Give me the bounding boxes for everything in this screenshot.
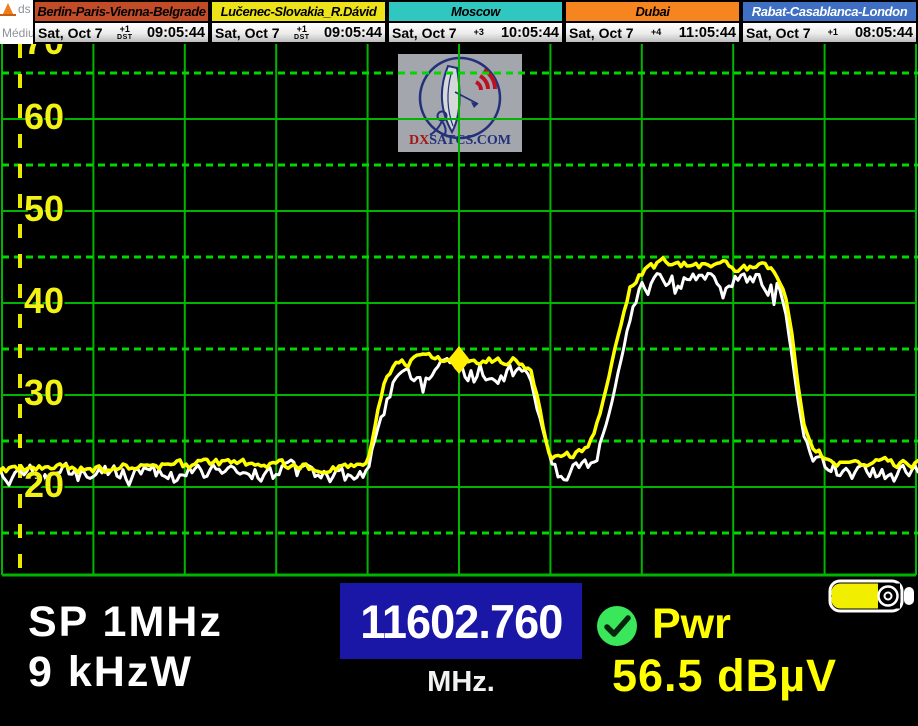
clock-date-time-row: Sat, Oct 7 +1 08:05:44 [743, 23, 916, 42]
spectrum-analyzer-screen: ds Médiu Berlin-Paris-Vienna-BelgradeSat… [0, 0, 918, 726]
frequency-unit: MHz. [340, 666, 582, 699]
vlc-cone-icon [2, 3, 14, 16]
vlc-menu-media[interactable]: Médiu [2, 26, 35, 40]
y-axis-tick-label: 50 [24, 191, 64, 227]
clock-utc-offset: +1 [828, 28, 838, 37]
clock-date-time-row: Sat, Oct 7 +1DST 09:05:44 [212, 23, 385, 42]
spectrum-traces [0, 44, 918, 578]
clock-city-label: Moscow [389, 2, 562, 23]
live-trace-white [0, 273, 918, 485]
clock-date-label: Sat, Oct 7 [392, 25, 457, 41]
clock-time-label: 10:05:44 [501, 25, 559, 41]
clock-segment-5[interactable]: Rabat-Casablanca-London Sat, Oct 7 +1 08:05… [741, 0, 918, 44]
y-axis-tick-label: 60 [24, 99, 64, 135]
clock-time-label: 09:05:44 [147, 25, 205, 41]
clock-segment-2[interactable]: Lučenec-Slovakia_R.Dávid Sat, Oct 7 +1DST 0… [210, 0, 387, 44]
clock-segment-3[interactable]: Moscow Sat, Oct 7 +3 10:05:44 [387, 0, 564, 44]
clock-city-label: Lučenec-Slovakia_R.Dávid [212, 2, 385, 23]
clock-date-label: Sat, Oct 7 [38, 25, 103, 41]
clock-date-label: Sat, Oct 7 [569, 25, 634, 41]
clock-date-label: Sat, Oct 7 [215, 25, 280, 41]
clock-segment-4[interactable]: Dubai Sat, Oct 7 +4 11:05:44 [564, 0, 741, 44]
readout-bar: SP 1MHz 9 kHzW 11602.760 MHz. Pwr 56.5 d… [0, 578, 918, 726]
battery-icon [828, 578, 918, 614]
bandwidth-setting: 9 kHzW [28, 648, 193, 697]
clock-time-label: 11:05:44 [679, 25, 736, 41]
y-axis-tick-label: 40 [24, 283, 64, 319]
clock-city-label: Dubai [566, 2, 739, 23]
span-setting: SP 1MHz [28, 598, 223, 647]
clock-date-time-row: Sat, Oct 7 +4 11:05:44 [566, 23, 739, 42]
vlc-menu-text-top: ds [18, 2, 31, 16]
frequency-input[interactable]: 11602.760 [340, 583, 582, 659]
spectrum-plot: DXSATCS.COM 706050403020 [0, 44, 918, 578]
vlc-window-corner: ds Médiu [0, 0, 37, 44]
clock-utc-offset: +4 [651, 28, 661, 37]
power-label: Pwr [652, 600, 731, 649]
clock-time-label: 08:05:44 [855, 25, 913, 41]
clock-city-label: Rabat-Casablanca-London [743, 2, 916, 23]
clock-date-time-row: Sat, Oct 7 +1DST 09:05:44 [35, 23, 208, 42]
power-value: 56.5 dBµV [612, 650, 837, 702]
world-clock-bar: Berlin-Paris-Vienna-Belgrade Sat, Oct 7 +1… [33, 0, 918, 44]
frequency-value: 11602.760 [360, 594, 562, 649]
y-axis-tick-label: 20 [24, 467, 64, 503]
clock-time-label: 09:05:44 [324, 25, 382, 41]
clock-utc-offset: +1DST [294, 25, 310, 41]
clock-utc-offset: +1DST [117, 25, 133, 41]
center-frequency-marker[interactable] [448, 346, 470, 374]
clock-city-label: Berlin-Paris-Vienna-Belgrade [35, 2, 208, 23]
clock-date-label: Sat, Oct 7 [746, 25, 811, 41]
y-axis-tick-label: 30 [24, 375, 64, 411]
lock-ok-check-icon [595, 604, 639, 648]
clock-utc-offset: +3 [474, 28, 484, 37]
clock-date-time-row: Sat, Oct 7 +3 10:05:44 [389, 23, 562, 42]
clock-segment-1[interactable]: Berlin-Paris-Vienna-Belgrade Sat, Oct 7 +1… [33, 0, 210, 44]
